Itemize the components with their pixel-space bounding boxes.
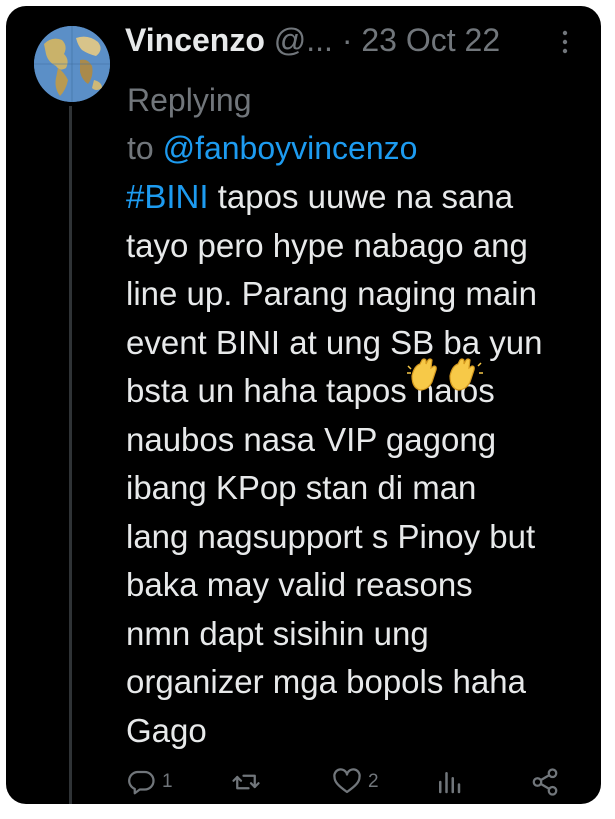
share-icon bbox=[532, 768, 558, 796]
analytics-icon bbox=[439, 772, 461, 794]
world-map-avatar-icon bbox=[34, 26, 110, 102]
hashtag-link[interactable]: #BINI bbox=[126, 178, 209, 215]
tweet-line: nmn dapt sisihin ung bbox=[126, 614, 429, 652]
separator: · bbox=[341, 22, 353, 58]
tweet-line: Gago bbox=[126, 711, 207, 749]
tweet-line: tapos uuwe na sana bbox=[208, 178, 514, 215]
tweet-text: #BINI tapos uuwe na sana tayo pero hype … bbox=[126, 173, 596, 755]
action-bar: 1 2 bbox=[126, 764, 576, 804]
like-button[interactable]: 2 bbox=[332, 764, 379, 800]
share-button[interactable] bbox=[530, 764, 560, 800]
display-name[interactable]: Vincenzo bbox=[125, 22, 265, 58]
tweet-line: lang nagsupport s Pinoy but bbox=[126, 517, 536, 555]
tweet-line: ibang KPop stan di man bbox=[126, 469, 477, 506]
retweet-button[interactable] bbox=[231, 764, 267, 800]
replying-label: Replying bbox=[127, 82, 252, 118]
tweet-line: tayo pero hype nabago ang bbox=[126, 226, 528, 264]
replying-to-word: to bbox=[127, 130, 154, 166]
retweet-icon bbox=[232, 774, 260, 790]
tweet-line: naubos nasa VIP gagong bbox=[126, 420, 497, 458]
reply-icon bbox=[128, 770, 155, 795]
tweet-line: line up. Parang naging main bbox=[126, 275, 537, 312]
tweet-header: Vincenzo @... · 23 Oct 22 bbox=[125, 20, 585, 60]
replying-handle-link[interactable]: @fanboyvincenzo bbox=[163, 130, 418, 166]
like-count: 2 bbox=[368, 771, 379, 792]
avatar[interactable] bbox=[34, 26, 110, 102]
tweet-line: baka may valid reasons bbox=[126, 566, 473, 603]
reply-count: 1 bbox=[162, 771, 173, 792]
raising-hands-emoji-icon bbox=[407, 358, 483, 391]
tweet-line: organizer mga bopols haha bbox=[126, 663, 526, 700]
tweet-line: event BINI at ung SB ba yun bbox=[126, 323, 543, 361]
replying-to: Replying to @fanboyvincenzo bbox=[127, 76, 417, 172]
views-button[interactable] bbox=[434, 764, 470, 800]
heart-icon bbox=[333, 768, 361, 794]
handle[interactable]: @... bbox=[274, 22, 333, 58]
more-options-icon[interactable] bbox=[559, 28, 571, 58]
tweet-date[interactable]: 23 Oct 22 bbox=[361, 22, 500, 58]
reply-button[interactable]: 1 bbox=[126, 764, 173, 800]
tweet-card[interactable]: Vincenzo @... · 23 Oct 22 Replying to @f… bbox=[6, 6, 601, 804]
thread-line bbox=[69, 106, 72, 804]
